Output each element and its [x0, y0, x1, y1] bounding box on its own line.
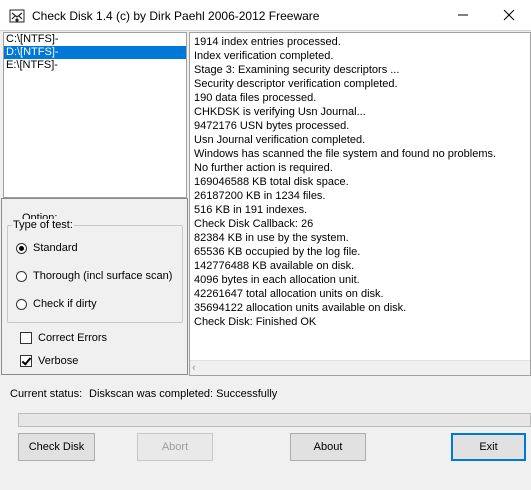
log-line: No further action is required.: [194, 162, 333, 174]
radio-standard-indicator[interactable]: [16, 242, 27, 254]
verbose-checkbox[interactable]: Verbose: [20, 354, 78, 368]
scroll-left-icon[interactable]: ‹: [192, 362, 196, 374]
radio-check-if-dirty-label: Check if dirty: [33, 298, 97, 310]
close-button[interactable]: [486, 0, 531, 30]
type-of-test-label: Type of test:: [12, 219, 74, 231]
log-line: 82384 KB in use by the system.: [194, 232, 349, 244]
app-icon: [9, 9, 25, 23]
log-line: Usn Journal verification completed.: [194, 134, 366, 146]
correct-errors-checkbox[interactable]: Correct Errors: [20, 331, 107, 345]
exit-button[interactable]: Exit: [451, 433, 526, 461]
radio-thorough[interactable]: Thorough (incl surface scan): [16, 269, 172, 283]
correct-errors-label: Correct Errors: [38, 332, 108, 344]
radio-check-if-dirty[interactable]: Check if dirty: [16, 297, 97, 311]
log-line: Check Disk Callback: 26: [194, 218, 314, 230]
log-line: Index verification completed.: [194, 50, 334, 62]
abort-button[interactable]: Abort: [137, 433, 213, 461]
radio-standard[interactable]: Standard: [16, 241, 78, 255]
check-disk-button[interactable]: Check Disk: [18, 433, 95, 461]
radio-thorough-label: Thorough (incl surface scan): [33, 270, 173, 282]
radio-standard-label: Standard: [33, 242, 78, 254]
log-line: 9472176 USN bytes processed.: [194, 120, 350, 132]
drive-item-e[interactable]: E:\[NTFS]-: [4, 59, 186, 72]
log-line: CHKDSK is verifying Usn Journal...: [194, 106, 366, 118]
log-line: Stage 3: Examining security descriptors …: [194, 64, 400, 76]
radio-thorough-indicator[interactable]: [16, 270, 27, 282]
status-value: Diskscan was completed: Successfully: [89, 388, 278, 400]
drive-item-d[interactable]: D:\[NTFS]-: [4, 46, 186, 59]
title-bar[interactable]: Check Disk 1.4 (c) by Dirk Paehl 2006-20…: [0, 0, 531, 31]
log-line: 169046588 KB total disk space.: [194, 176, 349, 188]
radio-check-if-dirty-indicator[interactable]: [16, 298, 27, 310]
log-output[interactable]: 1914 index entries processed. Index veri…: [189, 32, 531, 376]
verbose-label: Verbose: [38, 355, 79, 367]
status-label: Current status:: [10, 388, 83, 400]
log-line: 42261647 total allocation units on disk.: [194, 288, 384, 300]
correct-errors-box[interactable]: [20, 332, 32, 344]
log-line: 26187200 KB in 1234 files.: [194, 190, 326, 202]
log-line: Windows has scanned the file system and …: [194, 148, 497, 160]
log-line: 142776488 KB available on disk.: [194, 260, 355, 272]
horizontal-scrollbar[interactable]: ‹: [190, 360, 530, 375]
minimize-icon: [458, 14, 468, 16]
type-of-test-group: Type of test: Standard Thorough (incl su…: [7, 219, 183, 323]
log-line: 4096 bytes in each allocation unit.: [194, 274, 360, 286]
close-icon: [503, 9, 515, 21]
about-button[interactable]: About: [290, 433, 366, 461]
log-line: 190 data files processed.: [194, 92, 317, 104]
drive-item-c[interactable]: C:\[NTFS]-: [4, 33, 186, 46]
log-line: 1914 index entries processed.: [194, 36, 341, 48]
log-lines: 1914 index entries processed. Index veri…: [194, 35, 496, 329]
log-line: 516 KB in 191 indexes.: [194, 204, 308, 216]
drive-list[interactable]: C:\[NTFS]- D:\[NTFS]- E:\[NTFS]-: [3, 32, 187, 198]
log-line: Security descriptor verification complet…: [194, 78, 398, 90]
options-panel: Option: Type of test: Standard Thorough …: [1, 198, 188, 375]
log-line: 35694122 allocation units available on d…: [194, 302, 407, 314]
minimize-button[interactable]: [440, 0, 486, 30]
progress-bar: [18, 413, 531, 427]
verbose-box[interactable]: [20, 355, 32, 367]
log-line: 65536 KB occupied by the log file.: [194, 246, 361, 258]
log-line: Check Disk: Finished OK: [194, 316, 317, 328]
window-title: Check Disk 1.4 (c) by Dirk Paehl 2006-20…: [32, 9, 320, 23]
